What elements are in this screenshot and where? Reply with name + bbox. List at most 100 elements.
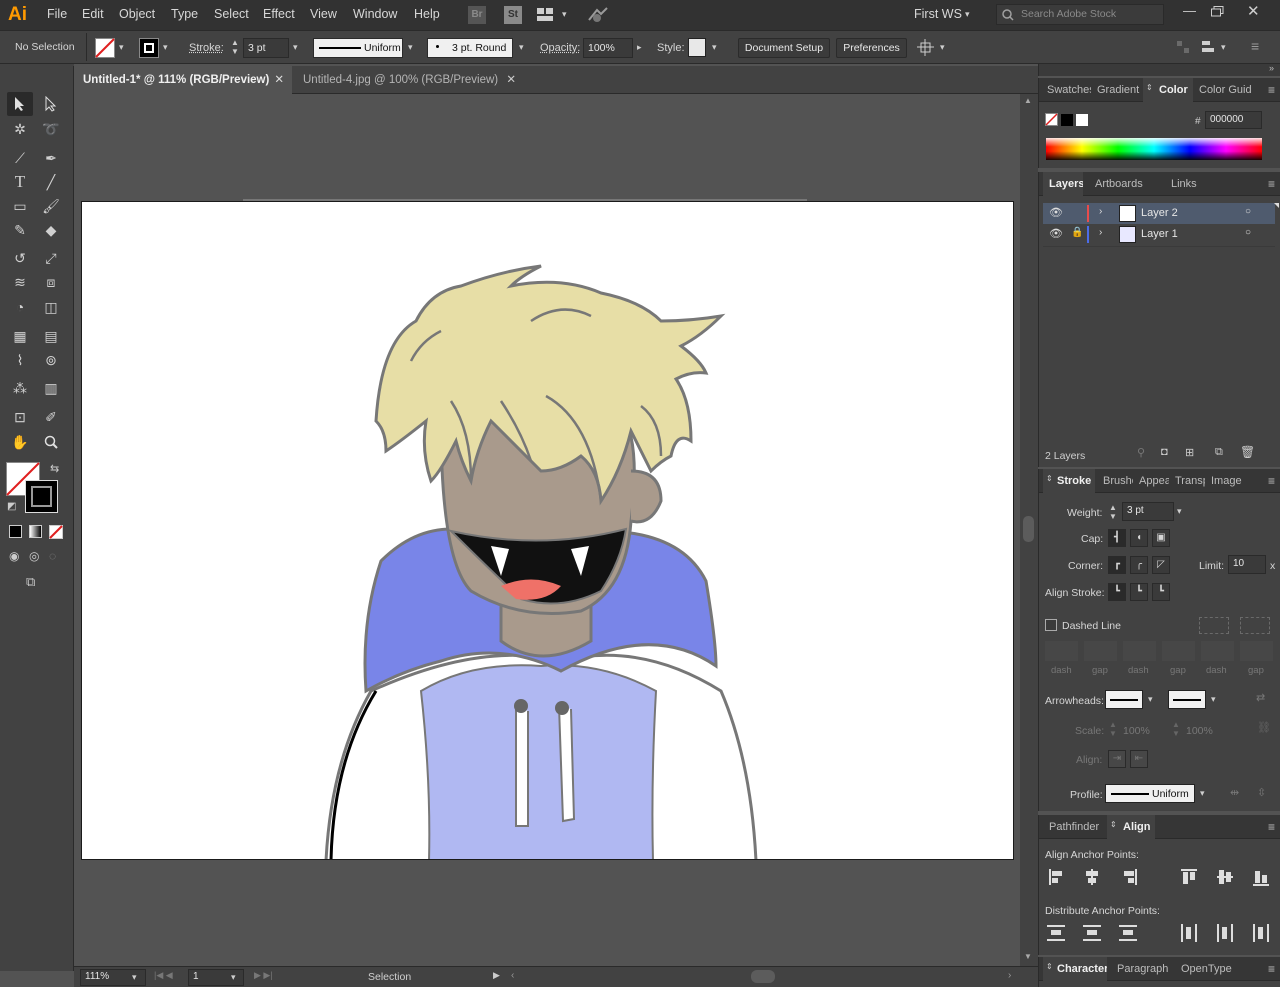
menu-select[interactable]: Select: [214, 7, 249, 21]
align-outside-stroke-icon[interactable]: ┗: [1152, 583, 1170, 601]
lasso-tool-icon[interactable]: ➰: [38, 117, 64, 141]
opacity-field[interactable]: 100%: [583, 38, 633, 58]
tab-artboards[interactable]: Artboards: [1091, 172, 1147, 196]
gradient-tool-icon[interactable]: ▤: [38, 324, 64, 348]
scale-tool-icon[interactable]: ⤢: [38, 246, 64, 270]
scroll-up-icon[interactable]: ▲: [1024, 96, 1032, 105]
close-window-icon[interactable]: ✕: [1247, 2, 1260, 20]
round-cap-icon[interactable]: ◖: [1130, 529, 1148, 547]
eraser-tool-icon[interactable]: ◆: [38, 218, 64, 242]
document-setup-button[interactable]: Document Setup: [738, 38, 830, 58]
selection-tool-icon[interactable]: [7, 92, 33, 116]
graphic-style-swatch[interactable]: [688, 38, 706, 57]
type-tool-icon[interactable]: T: [7, 170, 33, 194]
bridge-button[interactable]: Br: [468, 6, 486, 24]
draw-normal-icon[interactable]: ◉: [9, 549, 19, 563]
align-inside-stroke-icon[interactable]: ┗: [1130, 583, 1148, 601]
draw-behind-icon[interactable]: ◎: [29, 549, 39, 563]
gradient-mode-icon[interactable]: [29, 525, 42, 538]
weight-field[interactable]: 3 pt: [1122, 502, 1174, 521]
expand-options-icon[interactable]: ⇕: [1110, 820, 1117, 829]
layer-row-layer-1[interactable]: 👁 🔒 › Layer 1 ○: [1043, 224, 1275, 245]
scrollbar-thumb[interactable]: [1023, 516, 1034, 542]
menu-effect[interactable]: Effect: [263, 7, 295, 21]
next-artboard-icon[interactable]: ▶ ▶|: [254, 970, 273, 981]
make-clipping-mask-icon[interactable]: ◘: [1161, 446, 1168, 458]
expand-layer-icon[interactable]: ›: [1099, 206, 1102, 217]
weight-stepper-icon[interactable]: ▲ ▼: [1109, 503, 1117, 521]
chevron-down-icon[interactable]: ▾: [408, 42, 413, 53]
panel-menu-icon[interactable]: ≡: [1268, 962, 1275, 976]
end-arrowhead-select[interactable]: [1168, 690, 1206, 709]
tab-layers[interactable]: Layers: [1043, 172, 1083, 196]
rectangle-tool-icon[interactable]: ▭: [7, 194, 33, 218]
stroke-swatch[interactable]: [139, 38, 159, 58]
chevron-down-icon[interactable]: ▾: [562, 9, 567, 20]
transform-icon[interactable]: [1176, 40, 1190, 54]
chevron-down-icon[interactable]: ▾: [1148, 694, 1153, 705]
tab-pathfinder[interactable]: Pathfinder: [1043, 815, 1105, 839]
scroll-left-icon[interactable]: ‹: [511, 970, 514, 981]
visibility-eye-icon[interactable]: 👁: [1049, 206, 1063, 219]
target-circle-icon[interactable]: ○: [1245, 206, 1251, 217]
dashed-line-checkbox[interactable]: [1045, 619, 1057, 631]
select-similar-icon[interactable]: [917, 39, 935, 57]
limit-field[interactable]: 10: [1228, 555, 1266, 574]
stock-search-input[interactable]: Search Adobe Stock: [996, 4, 1164, 25]
chevron-down-icon[interactable]: ▾: [712, 42, 717, 53]
menu-edit[interactable]: Edit: [82, 7, 104, 21]
layer-name[interactable]: Layer 1: [1141, 228, 1178, 240]
pen-tool-icon[interactable]: ✒: [38, 146, 64, 170]
scroll-right-icon[interactable]: ›: [1008, 970, 1011, 981]
rotate-tool-icon[interactable]: ↺: [7, 246, 33, 270]
slice-tool-icon[interactable]: ✐: [38, 405, 64, 429]
chevron-down-icon[interactable]: ▾: [119, 42, 124, 53]
first-artboard-icon[interactable]: |◀ ◀: [154, 970, 173, 981]
chevron-down-icon[interactable]: ▾: [293, 42, 298, 53]
scroll-down-icon[interactable]: ▼: [1024, 952, 1032, 961]
variable-width-profile[interactable]: Uniform: [313, 38, 403, 58]
chevron-down-icon[interactable]: ▾: [132, 972, 137, 983]
default-fill-stroke-icon[interactable]: ◩: [7, 501, 16, 512]
menu-view[interactable]: View: [310, 7, 337, 21]
layer-row-layer-2[interactable]: 👁 › Layer 2 ○: [1043, 203, 1275, 224]
hand-tool-icon[interactable]: ✋: [7, 430, 33, 454]
status-menu-icon[interactable]: ▶: [493, 970, 500, 981]
direct-selection-tool-icon[interactable]: [38, 92, 64, 116]
start-arrowhead-select[interactable]: [1105, 690, 1143, 709]
vertical-scrollbar[interactable]: ▲ ▼: [1020, 94, 1038, 966]
minimize-icon[interactable]: —: [1183, 3, 1196, 18]
preferences-button[interactable]: Preferences: [836, 38, 907, 58]
magic-wand-tool-icon[interactable]: ✲: [7, 117, 33, 141]
profile-select[interactable]: Uniform: [1105, 784, 1195, 803]
brush-definition[interactable]: 3 pt. Round: [427, 38, 513, 58]
round-join-icon[interactable]: ╭: [1130, 556, 1148, 574]
curvature-tool-icon[interactable]: ⟋: [7, 146, 33, 170]
tab-color-guide[interactable]: Color Guide: [1195, 78, 1251, 102]
width-tool-icon[interactable]: ≋: [7, 270, 33, 294]
menu-help[interactable]: Help: [414, 7, 440, 21]
chevron-down-icon[interactable]: ▾: [1200, 788, 1205, 799]
chevron-down-icon[interactable]: ▾: [1177, 506, 1182, 517]
tab-transparency[interactable]: Transparency: [1171, 469, 1205, 493]
horizontal-scrollbar-thumb[interactable]: [751, 970, 775, 983]
menu-type[interactable]: Type: [171, 7, 198, 21]
tab-untitled-1[interactable]: Untitled-1* @ 111% (RGB/Preview) ✕: [74, 66, 292, 94]
chevron-down-icon[interactable]: ▾: [1221, 42, 1226, 53]
chevron-right-icon[interactable]: ▸: [637, 42, 642, 53]
fill-none-swatch[interactable]: [95, 38, 115, 58]
line-tool-icon[interactable]: ╱: [38, 170, 64, 194]
swap-arrowheads-icon[interactable]: ⇄: [1256, 691, 1265, 704]
perspective-grid-tool-icon[interactable]: ◫: [38, 295, 64, 319]
visibility-eye-icon[interactable]: 👁: [1049, 227, 1063, 240]
projecting-cap-icon[interactable]: ▣: [1152, 529, 1170, 547]
zoom-tool-icon[interactable]: [38, 430, 64, 454]
target-circle-icon[interactable]: ○: [1245, 227, 1251, 238]
paintbrush-tool-icon[interactable]: 🖌: [38, 194, 64, 218]
align-anchor-buttons[interactable]: [1047, 867, 1279, 889]
chevron-down-icon[interactable]: ▾: [231, 972, 236, 983]
panel-menu-icon[interactable]: ≡: [1268, 83, 1275, 97]
chevron-down-icon[interactable]: ▾: [940, 42, 945, 53]
align-center-stroke-icon[interactable]: ┗: [1108, 583, 1126, 601]
restore-icon[interactable]: [1211, 6, 1224, 17]
